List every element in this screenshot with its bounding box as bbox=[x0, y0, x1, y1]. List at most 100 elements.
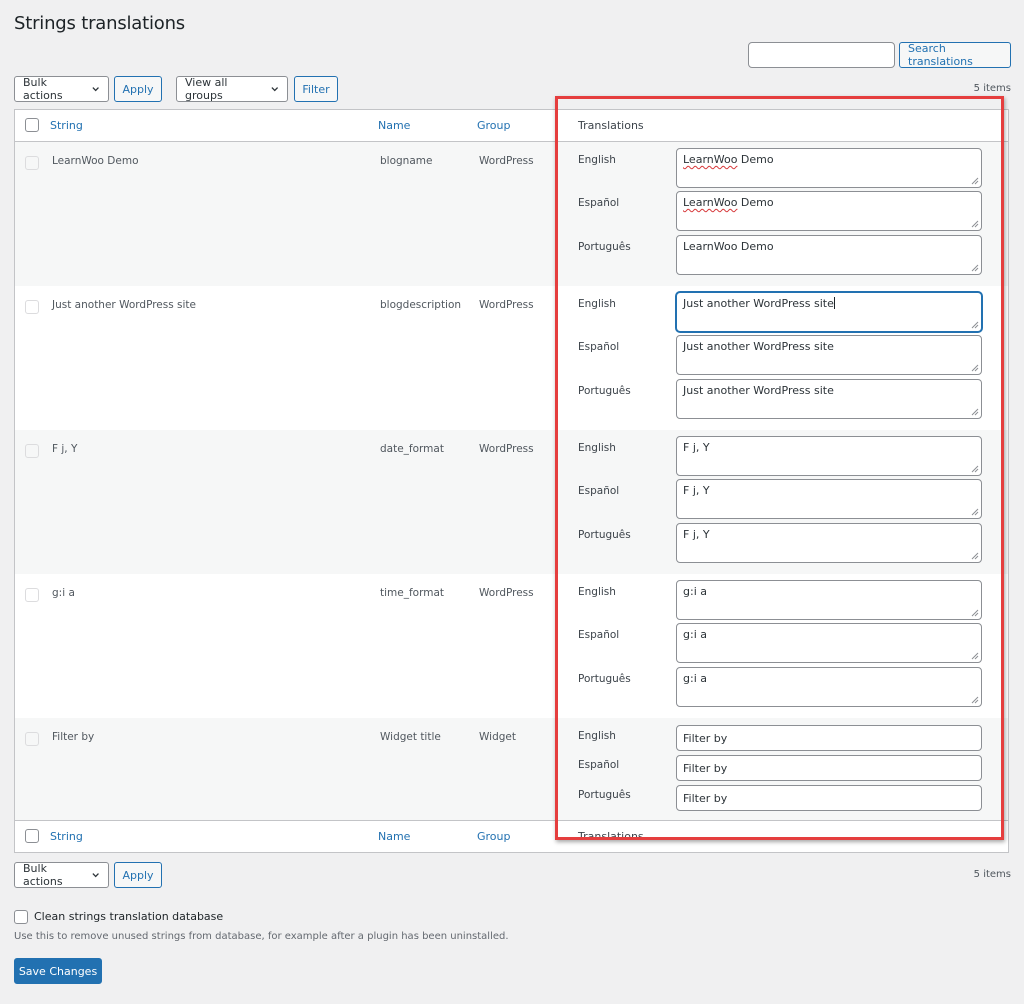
lang-label: Português bbox=[578, 789, 631, 801]
resize-grip-icon[interactable] bbox=[971, 552, 979, 560]
translation-textarea-focused[interactable]: Just another WordPress site bbox=[676, 292, 982, 332]
translation-value: Filter by bbox=[683, 732, 728, 745]
items-count-top: 5 items bbox=[973, 83, 1011, 94]
column-string[interactable]: String bbox=[50, 119, 83, 132]
lang-label: Español bbox=[578, 485, 620, 497]
translation-textarea[interactable]: LearnWoo Demo bbox=[676, 235, 982, 275]
bulk-actions-select-bottom[interactable]: Bulk actions bbox=[14, 862, 109, 888]
table-footer: String Name Group Translations bbox=[15, 820, 1008, 852]
group-cell: WordPress bbox=[479, 155, 534, 167]
table-row: F j, Y date_format WordPress English F j… bbox=[15, 430, 1008, 574]
row-checkbox[interactable] bbox=[25, 588, 39, 602]
resize-grip-icon[interactable] bbox=[971, 508, 979, 516]
filter-button[interactable]: Filter bbox=[294, 76, 338, 102]
page-title: Strings translations bbox=[14, 13, 185, 34]
apply-button-top[interactable]: Apply bbox=[114, 76, 162, 102]
clean-database-label[interactable]: Clean strings translation database bbox=[34, 910, 223, 923]
lang-label: English bbox=[578, 298, 616, 310]
resize-grip-icon[interactable] bbox=[971, 652, 979, 660]
translation-textarea[interactable]: F j, Y bbox=[676, 479, 982, 519]
resize-grip-icon[interactable] bbox=[971, 364, 979, 372]
string-cell: LearnWoo Demo bbox=[52, 155, 139, 167]
name-cell: time_format bbox=[380, 587, 445, 599]
lang-label: Español bbox=[578, 629, 620, 641]
translation-textarea[interactable]: g:i a bbox=[676, 580, 982, 620]
translation-textarea[interactable]: Just another WordPress site bbox=[676, 335, 982, 375]
search-translations-button[interactable]: Search translations bbox=[899, 42, 1011, 68]
resize-grip-icon[interactable] bbox=[971, 220, 979, 228]
name-cell: blogname bbox=[380, 155, 433, 167]
resize-grip-icon[interactable] bbox=[971, 408, 979, 416]
lang-label: Português bbox=[578, 529, 631, 541]
name-cell: Widget title bbox=[380, 731, 441, 743]
translation-value: g:i a bbox=[683, 628, 707, 641]
column-group[interactable]: Group bbox=[477, 119, 511, 132]
translation-input[interactable]: Filter by bbox=[676, 725, 982, 751]
select-all-checkbox[interactable] bbox=[25, 118, 39, 132]
lang-label: Español bbox=[578, 341, 620, 353]
table-row: Filter by Widget title Widget English Fi… bbox=[15, 718, 1008, 820]
lang-label: Português bbox=[578, 385, 631, 397]
translation-textarea[interactable]: LearnWoo Demo bbox=[676, 148, 982, 188]
string-cell: F j, Y bbox=[52, 443, 78, 455]
name-cell: blogdescription bbox=[380, 299, 462, 311]
search-input[interactable] bbox=[748, 42, 895, 68]
table-header: String Name Group Translations bbox=[15, 110, 1008, 142]
lang-label: Español bbox=[578, 759, 620, 771]
select-all-checkbox-footer[interactable] bbox=[25, 829, 39, 843]
resize-grip-icon[interactable] bbox=[971, 264, 979, 272]
table-row: Just another WordPress site blogdescript… bbox=[15, 286, 1008, 430]
group-cell: WordPress bbox=[479, 299, 534, 311]
translation-value: F j, Y bbox=[683, 528, 710, 541]
resize-grip-icon[interactable] bbox=[971, 177, 979, 185]
apply-button-bottom[interactable]: Apply bbox=[114, 862, 162, 888]
translation-value: LearnWoo bbox=[683, 196, 738, 209]
column-translations-footer: Translations bbox=[578, 830, 644, 843]
column-name[interactable]: Name bbox=[378, 119, 410, 132]
string-cell: Filter by bbox=[52, 731, 95, 743]
column-group-footer[interactable]: Group bbox=[477, 830, 511, 843]
column-string-footer[interactable]: String bbox=[50, 830, 83, 843]
name-cell: date_format bbox=[380, 443, 444, 455]
items-count-bottom: 5 items bbox=[973, 869, 1011, 880]
row-checkbox[interactable] bbox=[25, 156, 39, 170]
string-cell: Just another WordPress site bbox=[52, 299, 197, 311]
row-checkbox[interactable] bbox=[25, 732, 39, 746]
bulk-actions-label: Bulk actions bbox=[23, 862, 63, 888]
translation-textarea[interactable]: F j, Y bbox=[676, 523, 982, 563]
translation-value: Just another WordPress site bbox=[683, 384, 834, 397]
bulk-actions-select-top[interactable]: Bulk actions bbox=[14, 76, 109, 102]
chevron-down-icon bbox=[270, 87, 278, 92]
row-checkbox[interactable] bbox=[25, 300, 39, 314]
lang-label: English bbox=[578, 154, 616, 166]
group-cell: WordPress bbox=[479, 587, 534, 599]
translation-value: F j, Y bbox=[683, 441, 710, 454]
lang-label: Português bbox=[578, 673, 631, 685]
translation-textarea[interactable]: LearnWoo Demo bbox=[676, 191, 982, 231]
translation-textarea[interactable]: Just another WordPress site bbox=[676, 379, 982, 419]
translation-textarea[interactable]: g:i a bbox=[676, 623, 982, 663]
resize-grip-icon[interactable] bbox=[971, 465, 979, 473]
lang-label: English bbox=[578, 442, 616, 454]
clean-database-description: Use this to remove unused strings from d… bbox=[14, 931, 509, 942]
save-changes-button[interactable]: Save Changes bbox=[14, 958, 102, 984]
bulk-actions-label: Bulk actions bbox=[23, 76, 63, 102]
translation-value: LearnWoo bbox=[683, 153, 738, 166]
lang-label: Português bbox=[578, 241, 631, 253]
group-cell: WordPress bbox=[479, 443, 534, 455]
clean-database-checkbox[interactable] bbox=[14, 910, 28, 924]
translation-textarea[interactable]: F j, Y bbox=[676, 436, 982, 476]
row-checkbox[interactable] bbox=[25, 444, 39, 458]
lang-label: English bbox=[578, 586, 616, 598]
resize-grip-icon[interactable] bbox=[971, 696, 979, 704]
translation-input[interactable]: Filter by bbox=[676, 755, 982, 781]
group-filter-select[interactable]: View all groups bbox=[176, 76, 288, 102]
lang-label: Español bbox=[578, 197, 620, 209]
translation-value: Filter by bbox=[683, 792, 728, 805]
resize-grip-icon[interactable] bbox=[971, 321, 979, 329]
column-name-footer[interactable]: Name bbox=[378, 830, 410, 843]
translation-input[interactable]: Filter by bbox=[676, 785, 982, 811]
translation-textarea[interactable]: g:i a bbox=[676, 667, 982, 707]
translation-value: g:i a bbox=[683, 585, 707, 598]
resize-grip-icon[interactable] bbox=[971, 609, 979, 617]
